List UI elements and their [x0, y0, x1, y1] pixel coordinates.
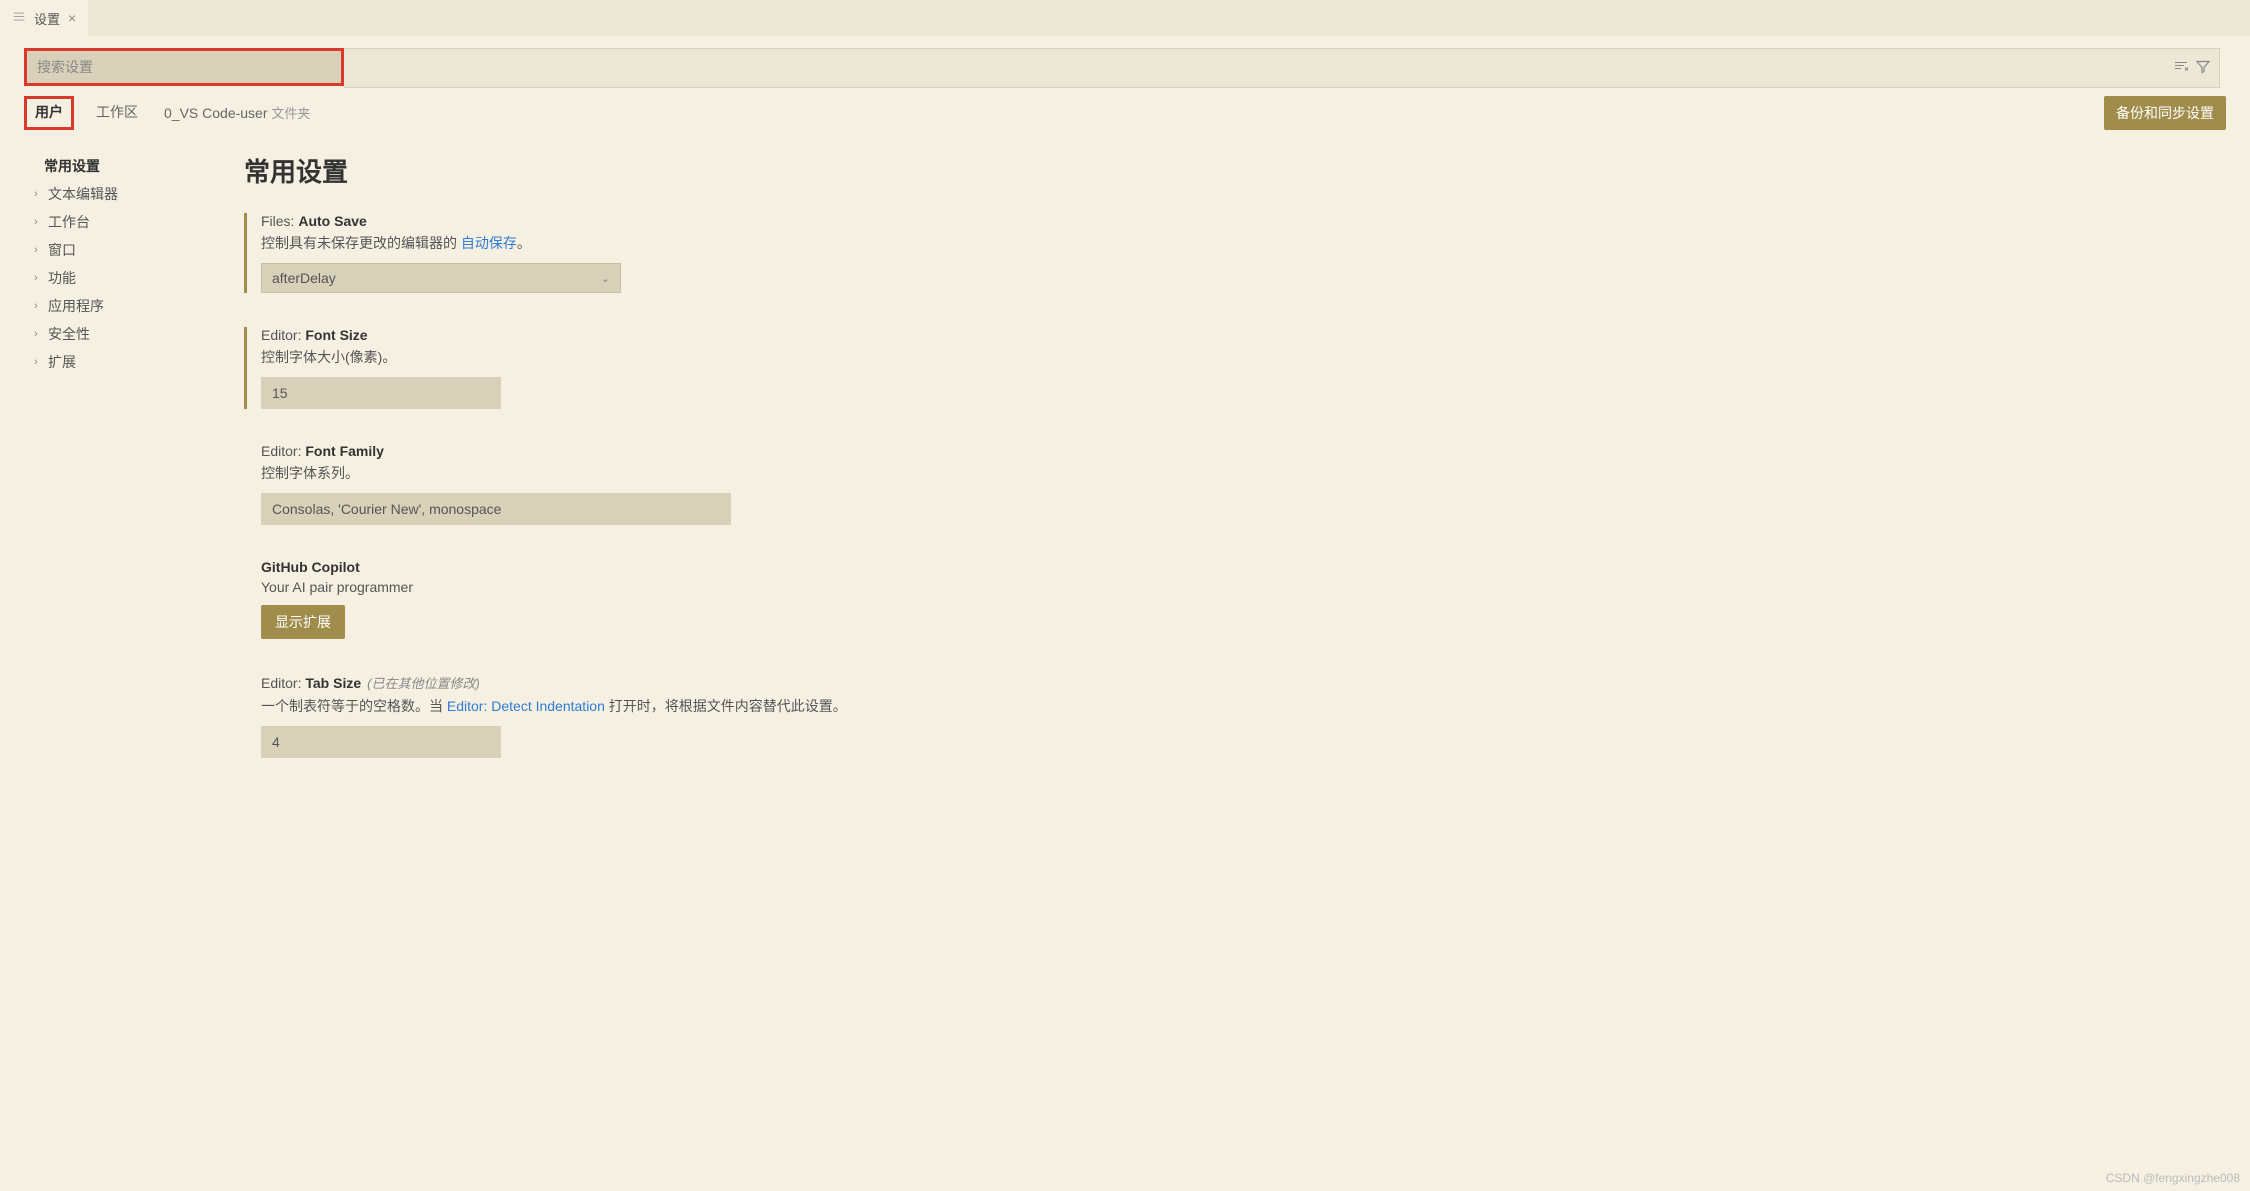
setting-editor-tabsize: Editor: Tab Size(已在其他位置修改) 一个制表符等于的空格数。当…: [244, 673, 2226, 758]
sync-settings-button[interactable]: 备份和同步设置: [2104, 96, 2226, 130]
settings-sidebar: 常用设置 › 文本编辑器 › 工作台 › 窗口 › 功能 › 应用程序 › 安全…: [24, 142, 224, 832]
scope-row: 用户 工作区 0_VS Code-user 文件夹 备份和同步设置: [0, 96, 2250, 136]
sidebar-item-label: 工作台: [48, 212, 90, 232]
scope-tab-folder[interactable]: 0_VS Code-user 文件夹: [160, 97, 314, 130]
settings-icon: [12, 10, 26, 27]
chevron-right-icon: ›: [34, 300, 44, 312]
setting-desc: 控制字体大小(像素)。: [261, 347, 2226, 367]
chevron-right-icon: ›: [34, 328, 44, 340]
sidebar-item-label: 常用设置: [44, 156, 100, 176]
setting-desc: Your AI pair programmer: [261, 579, 2226, 595]
setting-label: Editor: Font Size: [261, 327, 2226, 343]
sidebar-item-text-editor[interactable]: › 文本编辑器: [24, 180, 224, 208]
autosave-select[interactable]: afterDelay ⌄: [261, 263, 621, 293]
setting-files-autosave: Files: Auto Save 控制具有未保存更改的编辑器的 自动保存。 af…: [244, 213, 2226, 293]
scope-tab-workspace[interactable]: 工作区: [92, 96, 142, 130]
scope-folder-name: 0_VS Code-user: [164, 105, 268, 121]
tab-settings[interactable]: 设置 ×: [0, 0, 88, 36]
select-value: afterDelay: [272, 270, 336, 286]
search-row: [0, 36, 2250, 96]
chevron-down-icon: ⌄: [601, 272, 610, 285]
scope-folder-suffix: 文件夹: [271, 106, 310, 121]
modified-note: (已在其他位置修改): [367, 676, 480, 691]
chevron-right-icon: ›: [34, 356, 44, 368]
show-extension-button[interactable]: 显示扩展: [261, 605, 345, 639]
close-icon[interactable]: ×: [68, 10, 76, 26]
settings-main: 常用设置 Files: Auto Save 控制具有未保存更改的编辑器的 自动保…: [224, 142, 2226, 832]
sidebar-item-label: 安全性: [48, 324, 90, 344]
setting-github-copilot: GitHub Copilot Your AI pair programmer 显…: [244, 559, 2226, 639]
setting-desc: 一个制表符等于的空格数。当 Editor: Detect Indentation…: [261, 696, 2226, 716]
setting-desc: 控制具有未保存更改的编辑器的 自动保存。: [261, 233, 2226, 253]
sidebar-item-label: 文本编辑器: [48, 184, 118, 204]
sidebar-item-workbench[interactable]: › 工作台: [24, 208, 224, 236]
chevron-right-icon: ›: [34, 244, 44, 256]
sidebar-item-features[interactable]: › 功能: [24, 264, 224, 292]
chevron-right-icon: ›: [34, 188, 44, 200]
sidebar-item-security[interactable]: › 安全性: [24, 320, 224, 348]
search-box-highlight: [24, 48, 344, 86]
chevron-right-icon: ›: [34, 272, 44, 284]
search-trail: [344, 48, 2220, 88]
tabsize-input[interactable]: [261, 726, 501, 758]
search-input[interactable]: [27, 51, 341, 83]
setting-label: Editor: Tab Size(已在其他位置修改): [261, 673, 2226, 692]
filter-icon[interactable]: [2195, 59, 2211, 78]
detect-indentation-link[interactable]: Editor: Detect Indentation: [447, 698, 605, 714]
watermark: CSDN @fengxingzhe008: [2106, 1171, 2240, 1185]
tab-title: 设置: [34, 9, 60, 28]
setting-editor-fontsize: Editor: Font Size 控制字体大小(像素)。: [244, 327, 2226, 409]
editor-tabbar: 设置 ×: [0, 0, 2250, 36]
setting-label: Editor: Font Family: [261, 443, 2226, 459]
fontfamily-input[interactable]: [261, 493, 731, 525]
sidebar-item-label: 窗口: [48, 240, 76, 260]
autosave-link[interactable]: 自动保存: [461, 235, 517, 251]
chevron-right-icon: ›: [34, 216, 44, 228]
setting-label: GitHub Copilot: [261, 559, 2226, 575]
fontsize-input[interactable]: [261, 377, 501, 409]
setting-desc: 控制字体系列。: [261, 463, 2226, 483]
setting-label: Files: Auto Save: [261, 213, 2226, 229]
scope-tab-user[interactable]: 用户: [24, 96, 74, 130]
tabbar-empty: [88, 0, 2250, 36]
sidebar-item-label: 应用程序: [48, 296, 104, 316]
sidebar-item-label: 扩展: [48, 352, 76, 372]
sidebar-item-application[interactable]: › 应用程序: [24, 292, 224, 320]
sidebar-item-window[interactable]: › 窗口: [24, 236, 224, 264]
settings-content: 常用设置 › 文本编辑器 › 工作台 › 窗口 › 功能 › 应用程序 › 安全…: [0, 136, 2250, 832]
clear-filter-icon[interactable]: [2173, 59, 2189, 78]
setting-editor-fontfamily: Editor: Font Family 控制字体系列。: [244, 443, 2226, 525]
sidebar-item-common[interactable]: 常用设置: [24, 152, 224, 180]
sidebar-item-label: 功能: [48, 268, 76, 288]
sidebar-item-extensions[interactable]: › 扩展: [24, 348, 224, 376]
section-title: 常用设置: [244, 152, 2226, 189]
